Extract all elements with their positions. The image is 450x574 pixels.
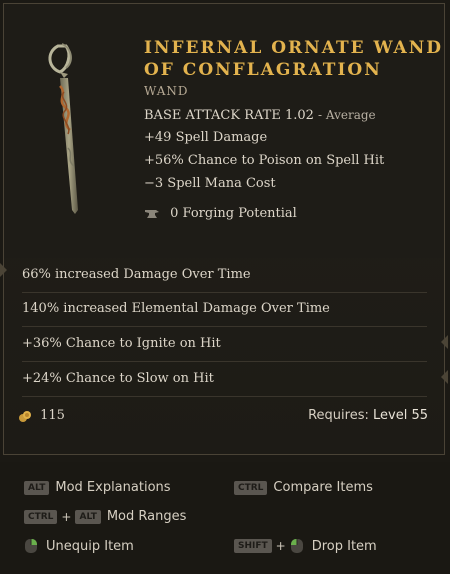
alt-key: ALT xyxy=(24,480,50,495)
ctrl-key: CTRL xyxy=(234,480,268,495)
drop-item-hint: SHIFT + Drop Item xyxy=(234,538,377,554)
compare-items-label: Compare Items xyxy=(273,480,373,495)
implicit-stat: +49 Spell Damage xyxy=(144,130,268,145)
plus-sign: + xyxy=(275,539,286,553)
compare-items-hint: CTRL Compare Items xyxy=(234,480,373,495)
forging-potential: 0 Forging Potential xyxy=(144,206,297,221)
item-header: Infernal Ornate Wand of Conflagration Wa… xyxy=(4,4,444,258)
base-attack-rate-label: BASE ATTACK RATE 1.02 xyxy=(144,108,314,123)
mouse-left-click-icon xyxy=(290,539,303,553)
plus-sign: + xyxy=(61,509,72,524)
implicit-stat: −3 Spell Mana Cost xyxy=(144,176,276,191)
requires-level: Level 55 xyxy=(373,408,428,423)
ctrl-key: CTRL xyxy=(24,509,58,524)
level-requirement: Requires: Level 55 xyxy=(308,408,428,423)
controls-hint-panel: ALT Mod Explanations CTRL Compare Items … xyxy=(0,462,450,574)
drop-item-label: Drop Item xyxy=(311,538,377,554)
mod-ranges-label: Mod Ranges xyxy=(106,509,187,524)
forging-potential-label: 0 Forging Potential xyxy=(170,206,297,221)
gold-value: 115 xyxy=(18,408,65,423)
base-attack-rate: BASE ATTACK RATE 1.02 - Average xyxy=(144,108,376,123)
item-type: Wand xyxy=(144,84,189,98)
wand-icon xyxy=(48,43,78,214)
item-tooltip: Infernal Ornate Wand of Conflagration Wa… xyxy=(0,0,450,574)
unequip-item-label: Unequip Item xyxy=(46,538,134,554)
affix-line: +24% Chance to Slow on Hit xyxy=(22,362,427,397)
base-attack-rate-note: - Average xyxy=(318,108,376,122)
unequip-item-hint: Unequip Item xyxy=(24,538,134,554)
affix-line: 66% increased Damage Over Time xyxy=(22,258,427,293)
alt-key: ALT xyxy=(75,509,101,524)
affix-list: 66% increased Damage Over Time 140% incr… xyxy=(4,258,444,397)
shift-key: SHIFT xyxy=(234,539,272,553)
anvil-icon xyxy=(145,209,159,218)
requires-label: Requires: xyxy=(308,408,369,423)
mod-ranges-hint: CTRL + ALT Mod Ranges xyxy=(24,509,186,524)
affix-line: +36% Chance to Ignite on Hit xyxy=(22,327,427,362)
mod-explanations-label: Mod Explanations xyxy=(55,480,171,495)
affix-line: 140% increased Elemental Damage Over Tim… xyxy=(22,292,427,327)
item-footer: 115 Requires: Level 55 xyxy=(18,408,428,430)
mod-explanations-hint: ALT Mod Explanations xyxy=(24,480,171,495)
mouse-right-click-icon xyxy=(25,539,37,553)
gold-coin-icon xyxy=(19,410,31,422)
item-name: Infernal Ornate Wand of Conflagration xyxy=(144,38,443,80)
implicit-stat: +56% Chance to Poison on Spell Hit xyxy=(144,153,385,168)
gold-amount: 115 xyxy=(40,408,65,423)
